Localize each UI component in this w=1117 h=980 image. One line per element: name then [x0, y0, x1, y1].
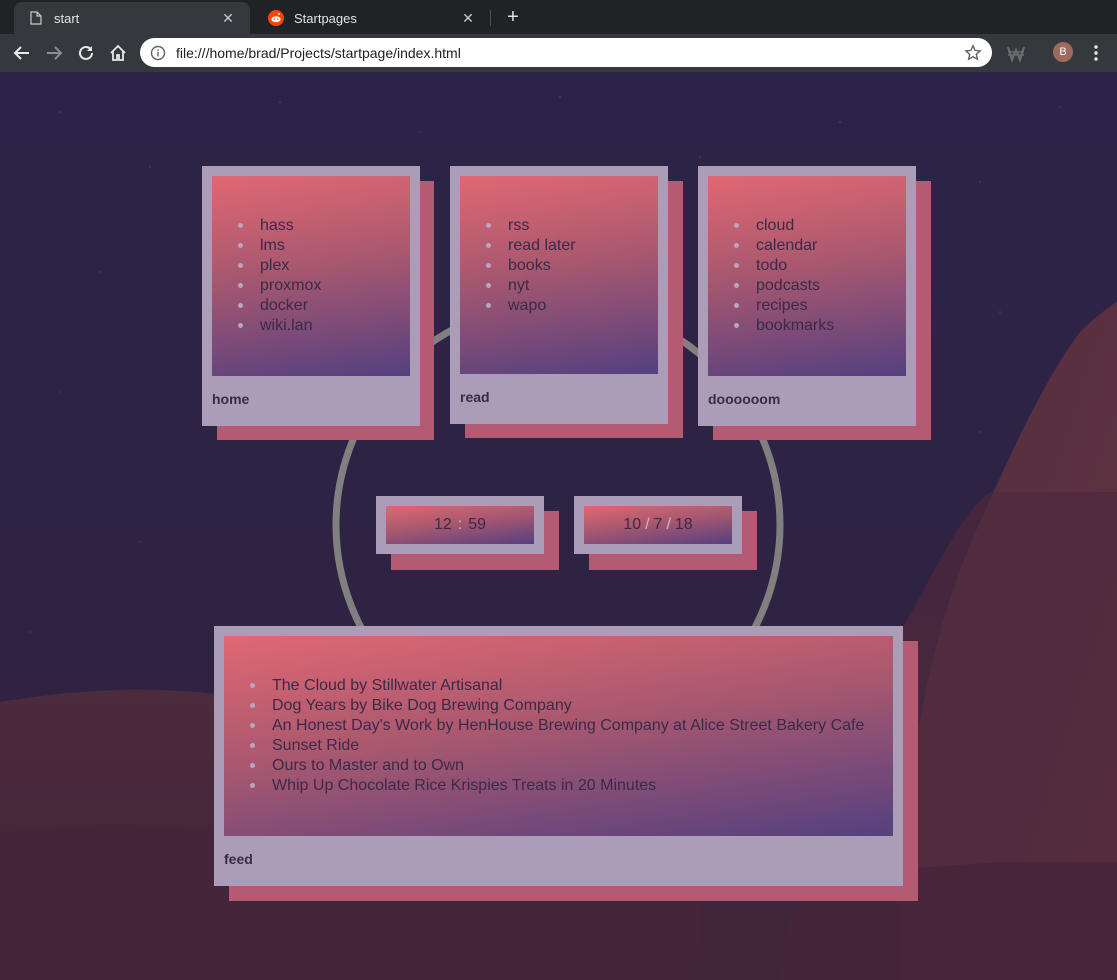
link-list: hass lms plex proxmox docker wiki.lan [212, 176, 410, 336]
card-label: doooooom [708, 391, 781, 407]
link-wiki[interactable]: wiki.lan [238, 316, 410, 336]
home-icon[interactable] [107, 42, 129, 64]
feed-item[interactable]: An Honest Day's Work by HenHouse Brewing… [250, 716, 893, 736]
date-separator: / [666, 516, 671, 533]
link-lms[interactable]: lms [238, 236, 410, 256]
feed-card: The Cloud by Stillwater Artisanal Dog Ye… [214, 626, 918, 901]
feed-item[interactable]: The Cloud by Stillwater Artisanal [250, 676, 893, 696]
browser-toolbar: file:///home/brad/Projects/startpage/ind… [0, 34, 1117, 72]
doom-card: cloud calendar todo podcasts recipes boo… [698, 166, 931, 440]
date-month: 10 [623, 516, 642, 533]
date-year: 18 [674, 516, 693, 533]
link-docker[interactable]: docker [238, 296, 410, 316]
feed-item[interactable]: Dog Years by Bike Dog Brewing Company [250, 696, 893, 716]
link-recipes[interactable]: recipes [734, 296, 906, 316]
date-separator: / [645, 516, 650, 533]
reload-icon[interactable] [75, 42, 97, 64]
document-icon [28, 10, 44, 26]
tab-start[interactable]: start ✕ [14, 2, 250, 34]
card-panel: rss read later books nyt wapo [460, 176, 658, 374]
date-widget: 10 / 7 / 18 [574, 496, 757, 570]
close-tab-icon[interactable]: ✕ [460, 10, 476, 26]
link-cloud[interactable]: cloud [734, 216, 906, 236]
link-read-later[interactable]: read later [486, 236, 658, 256]
clock-display: 12 : 59 [386, 506, 534, 544]
page-viewport: hass lms plex proxmox docker wiki.lan ho… [0, 72, 1117, 980]
clock-minutes: 59 [468, 516, 487, 533]
bookmark-star-icon[interactable] [964, 43, 982, 62]
link-todo[interactable]: todo [734, 256, 906, 276]
link-rss[interactable]: rss [486, 216, 658, 236]
card-label: home [212, 391, 250, 407]
back-icon[interactable] [11, 42, 33, 64]
card-panel: cloud calendar todo podcasts recipes boo… [708, 176, 906, 376]
tab-divider [490, 10, 491, 26]
date-display: 10 / 7 / 18 [584, 506, 732, 544]
link-calendar[interactable]: calendar [734, 236, 906, 256]
link-plex[interactable]: plex [238, 256, 410, 276]
close-tab-icon[interactable]: ✕ [220, 10, 236, 26]
forward-icon[interactable] [43, 42, 65, 64]
tab-title: start [54, 10, 80, 26]
clock-separator: : [457, 516, 463, 533]
url-text[interactable]: file:///home/brad/Projects/startpage/ind… [176, 45, 964, 61]
card-label: read [460, 389, 490, 405]
card-panel: hass lms plex proxmox docker wiki.lan [212, 176, 410, 376]
link-podcasts[interactable]: podcasts [734, 276, 906, 296]
link-list: rss read later books nyt wapo [460, 176, 658, 316]
tab-bar: start ✕ Startpages ✕ + [0, 0, 1117, 34]
card-label: feed [224, 851, 253, 867]
link-books[interactable]: books [486, 256, 658, 276]
link-bookmarks[interactable]: bookmarks [734, 316, 906, 336]
home-card: hass lms plex proxmox docker wiki.lan ho… [202, 166, 434, 440]
link-nyt[interactable]: nyt [486, 276, 658, 296]
feed-item[interactable]: Whip Up Chocolate Rice Krispies Treats i… [250, 776, 893, 796]
date-day: 7 [653, 516, 663, 533]
menu-icon[interactable] [1086, 43, 1106, 63]
card-panel: The Cloud by Stillwater Artisanal Dog Ye… [224, 636, 893, 836]
link-wapo[interactable]: wapo [486, 296, 658, 316]
clock-hours: 12 [433, 516, 452, 533]
tab-title: Startpages [294, 10, 357, 26]
link-proxmox[interactable]: proxmox [238, 276, 410, 296]
clock-widget: 12 : 59 [376, 496, 559, 570]
link-list: cloud calendar todo podcasts recipes boo… [708, 176, 906, 336]
feed-item[interactable]: Ours to Master and to Own [250, 756, 893, 776]
reddit-icon [268, 10, 284, 26]
link-hass[interactable]: hass [238, 216, 410, 236]
info-icon[interactable] [150, 45, 166, 61]
profile-avatar[interactable]: B [1053, 42, 1073, 62]
read-card: rss read later books nyt wapo read [450, 166, 683, 438]
new-tab-button[interactable]: + [502, 6, 524, 28]
feed-item[interactable]: Sunset Ride [250, 736, 893, 756]
address-bar[interactable]: file:///home/brad/Projects/startpage/ind… [140, 38, 992, 67]
feed-list: The Cloud by Stillwater Artisanal Dog Ye… [224, 636, 893, 796]
extension-icon[interactable] [1006, 43, 1026, 64]
tab-startpages[interactable]: Startpages ✕ [254, 2, 490, 34]
